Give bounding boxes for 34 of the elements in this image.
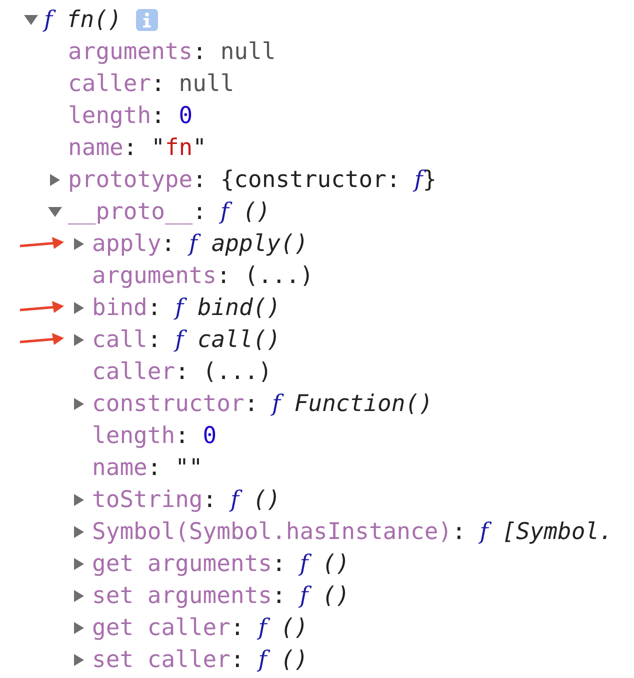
property-line: prototype: {constructor: f} [68,167,437,193]
property-line: Symbol(Symbol.hasInstance): f [Symbol. [92,519,613,545]
caret-icon[interactable] [74,590,84,602]
property-line: constructor: f Function() [92,391,433,417]
caret-icon[interactable] [74,238,84,250]
caret-icon[interactable] [74,398,84,410]
property-line: caller: (...) [92,359,272,385]
property-line: toString: f () [92,487,281,513]
property-line: caller: null [68,71,234,97]
property-line: arguments: (...) [92,263,314,289]
property-line: arguments: null [68,39,276,65]
property-line: apply: f apply() [92,231,308,257]
caret-icon[interactable] [48,207,62,217]
caret-icon[interactable] [74,558,84,570]
property-line: length: 0 [68,103,193,129]
caret-icon[interactable] [74,302,84,314]
caret-icon[interactable] [74,654,84,666]
property-line: bind: f bind() [92,295,281,321]
property-line: set caller: f () [92,647,308,673]
caret-icon[interactable] [74,494,84,506]
caret-icon[interactable] [74,334,84,346]
property-line: name: "" [92,455,203,481]
property-line: get caller: f () [92,615,308,641]
caret-icon[interactable] [74,622,84,634]
property-line: __proto__: f () [68,199,270,225]
property-line: name: "fn" [68,135,206,161]
caret-icon[interactable] [50,174,60,186]
property-line: get arguments: f () [92,551,350,577]
caret-icon[interactable] [24,15,38,25]
property-line: set arguments: f () [92,583,350,609]
caret-icon[interactable] [74,526,84,538]
property-line: length: 0 [92,423,217,449]
property-line: call: f call() [92,327,281,353]
property-line: f fn() [44,7,122,33]
